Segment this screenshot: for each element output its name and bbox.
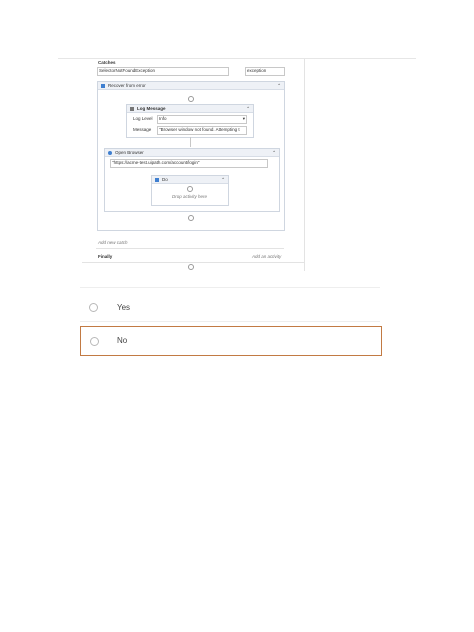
do-title: Do — [162, 177, 168, 182]
radio-icon[interactable] — [89, 303, 98, 312]
add-activity-link[interactable]: Add an activity — [252, 254, 281, 260]
exception-type-field[interactable]: SelectorNotFoundException — [97, 67, 229, 76]
recover-sequence[interactable]: Recover from error ⌃ Log Message ⌃ Log L… — [97, 81, 285, 231]
option-no-label: No — [117, 336, 128, 345]
add-activity-icon[interactable] — [187, 186, 193, 192]
open-browser-title: Open Browser — [115, 150, 144, 155]
option-yes[interactable]: Yes — [80, 293, 380, 321]
exception-variable-text: exception — [247, 68, 267, 73]
option-yes-label: Yes — [117, 303, 131, 312]
recover-sequence-header: Recover from error ⌃ — [98, 82, 284, 90]
globe-icon — [108, 151, 112, 155]
sequence-icon — [155, 178, 159, 182]
log-icon — [130, 107, 134, 111]
open-browser-header: Open Browser ⌃ — [105, 149, 279, 157]
footer-divider — [82, 262, 304, 263]
message-label: Message — [133, 127, 152, 132]
do-container[interactable]: Do ⌃ Drop activity here — [151, 175, 229, 206]
finally-label: Finally — [98, 254, 113, 259]
log-level-select[interactable]: Info ▾ — [157, 115, 247, 124]
sequence-icon — [101, 84, 105, 88]
message-value: "Browser window not found. Attempting t — [159, 127, 240, 132]
collapse-icon[interactable]: ⌃ — [246, 106, 250, 112]
url-value: "https://acme-test.uipath.com/account/lo… — [112, 160, 200, 165]
log-message-title: Log Message — [137, 106, 166, 111]
radio-icon[interactable] — [90, 337, 99, 346]
option-no[interactable]: No — [80, 326, 382, 356]
add-activity-icon[interactable] — [188, 264, 194, 270]
log-message-activity[interactable]: Log Message ⌃ Log Level Info ▾ Message "… — [126, 104, 254, 138]
open-browser-activity[interactable]: Open Browser ⌃ "https://acme-test.uipath… — [104, 148, 280, 212]
add-activity-icon[interactable] — [188, 215, 194, 221]
connector-line — [190, 137, 191, 147]
url-field[interactable]: "https://acme-test.uipath.com/account/lo… — [110, 159, 268, 168]
catches-label: Catches — [98, 60, 116, 65]
collapse-icon[interactable]: ⌃ — [272, 150, 276, 156]
exception-variable-field[interactable]: exception — [245, 67, 285, 76]
collapse-icon[interactable]: ⌃ — [277, 83, 281, 89]
do-header: Do ⌃ — [152, 176, 228, 184]
drop-hint: Drop activity here — [172, 194, 208, 199]
chevron-down-icon: ▾ — [242, 116, 245, 121]
collapse-icon[interactable]: ⌃ — [221, 177, 225, 183]
log-level-label: Log Level — [133, 116, 153, 121]
log-level-value: Info — [159, 116, 167, 121]
add-activity-icon[interactable] — [188, 96, 194, 102]
message-field[interactable]: "Browser window not found. Attempting t — [157, 126, 247, 135]
options-divider — [80, 321, 380, 322]
log-message-header: Log Message ⌃ — [127, 105, 253, 113]
exception-type-text: SelectorNotFoundException — [99, 68, 156, 73]
add-catch-link[interactable]: Add new catch — [98, 240, 128, 246]
options-divider — [80, 287, 380, 288]
recover-sequence-title: Recover from error — [108, 83, 146, 88]
section-divider — [96, 248, 284, 249]
workflow-screenshot: Catches SelectorNotFoundException except… — [82, 59, 305, 271]
